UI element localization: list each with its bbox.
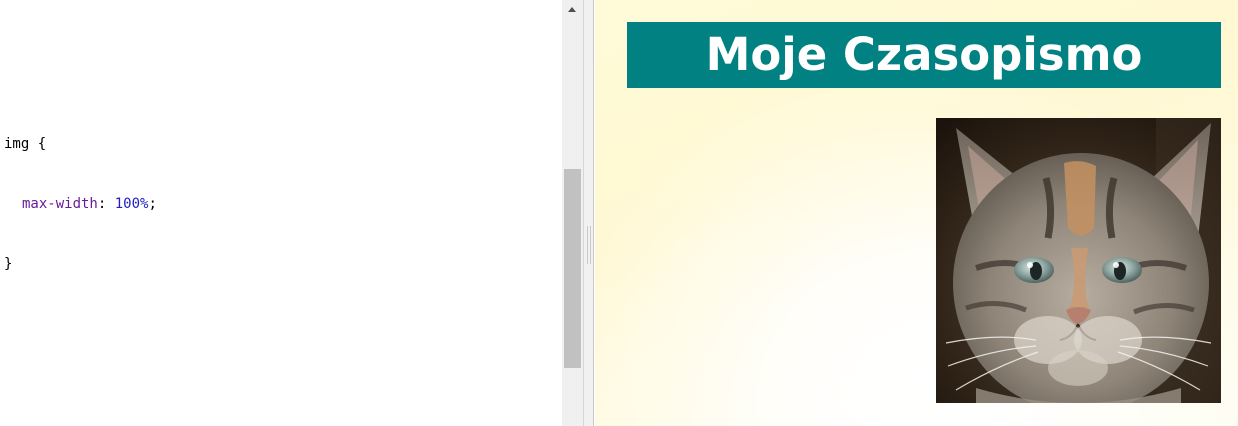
semicolon: ;	[148, 196, 157, 212]
kitten-photo	[936, 118, 1221, 403]
code-line: }	[4, 254, 157, 274]
colon: :	[97, 196, 115, 212]
code-block: img { max-width: 100%; }	[4, 94, 157, 314]
scroll-up-arrow-icon[interactable]	[562, 0, 583, 20]
scroll-thumb[interactable]	[564, 169, 581, 368]
code-line: max-width: 100%;	[4, 194, 157, 214]
pane-resize-divider[interactable]	[583, 0, 594, 426]
css-selector: img	[4, 136, 30, 152]
result-preview: Moje Czasopismo	[595, 0, 1238, 426]
code-line: img {	[4, 134, 157, 154]
resize-grip-icon[interactable]	[587, 226, 591, 264]
close-brace: }	[4, 256, 13, 272]
css-value: 100%	[114, 196, 149, 212]
css-property: max-width	[22, 196, 98, 212]
code-playground: img { max-width: 100%; } Moje Czasopismo	[0, 0, 1238, 426]
editor-scrollbar[interactable]	[562, 0, 583, 426]
open-brace: {	[29, 136, 47, 152]
css-code-editor[interactable]: img { max-width: 100%; }	[0, 0, 562, 426]
magazine-heading: Moje Czasopismo	[627, 22, 1221, 88]
